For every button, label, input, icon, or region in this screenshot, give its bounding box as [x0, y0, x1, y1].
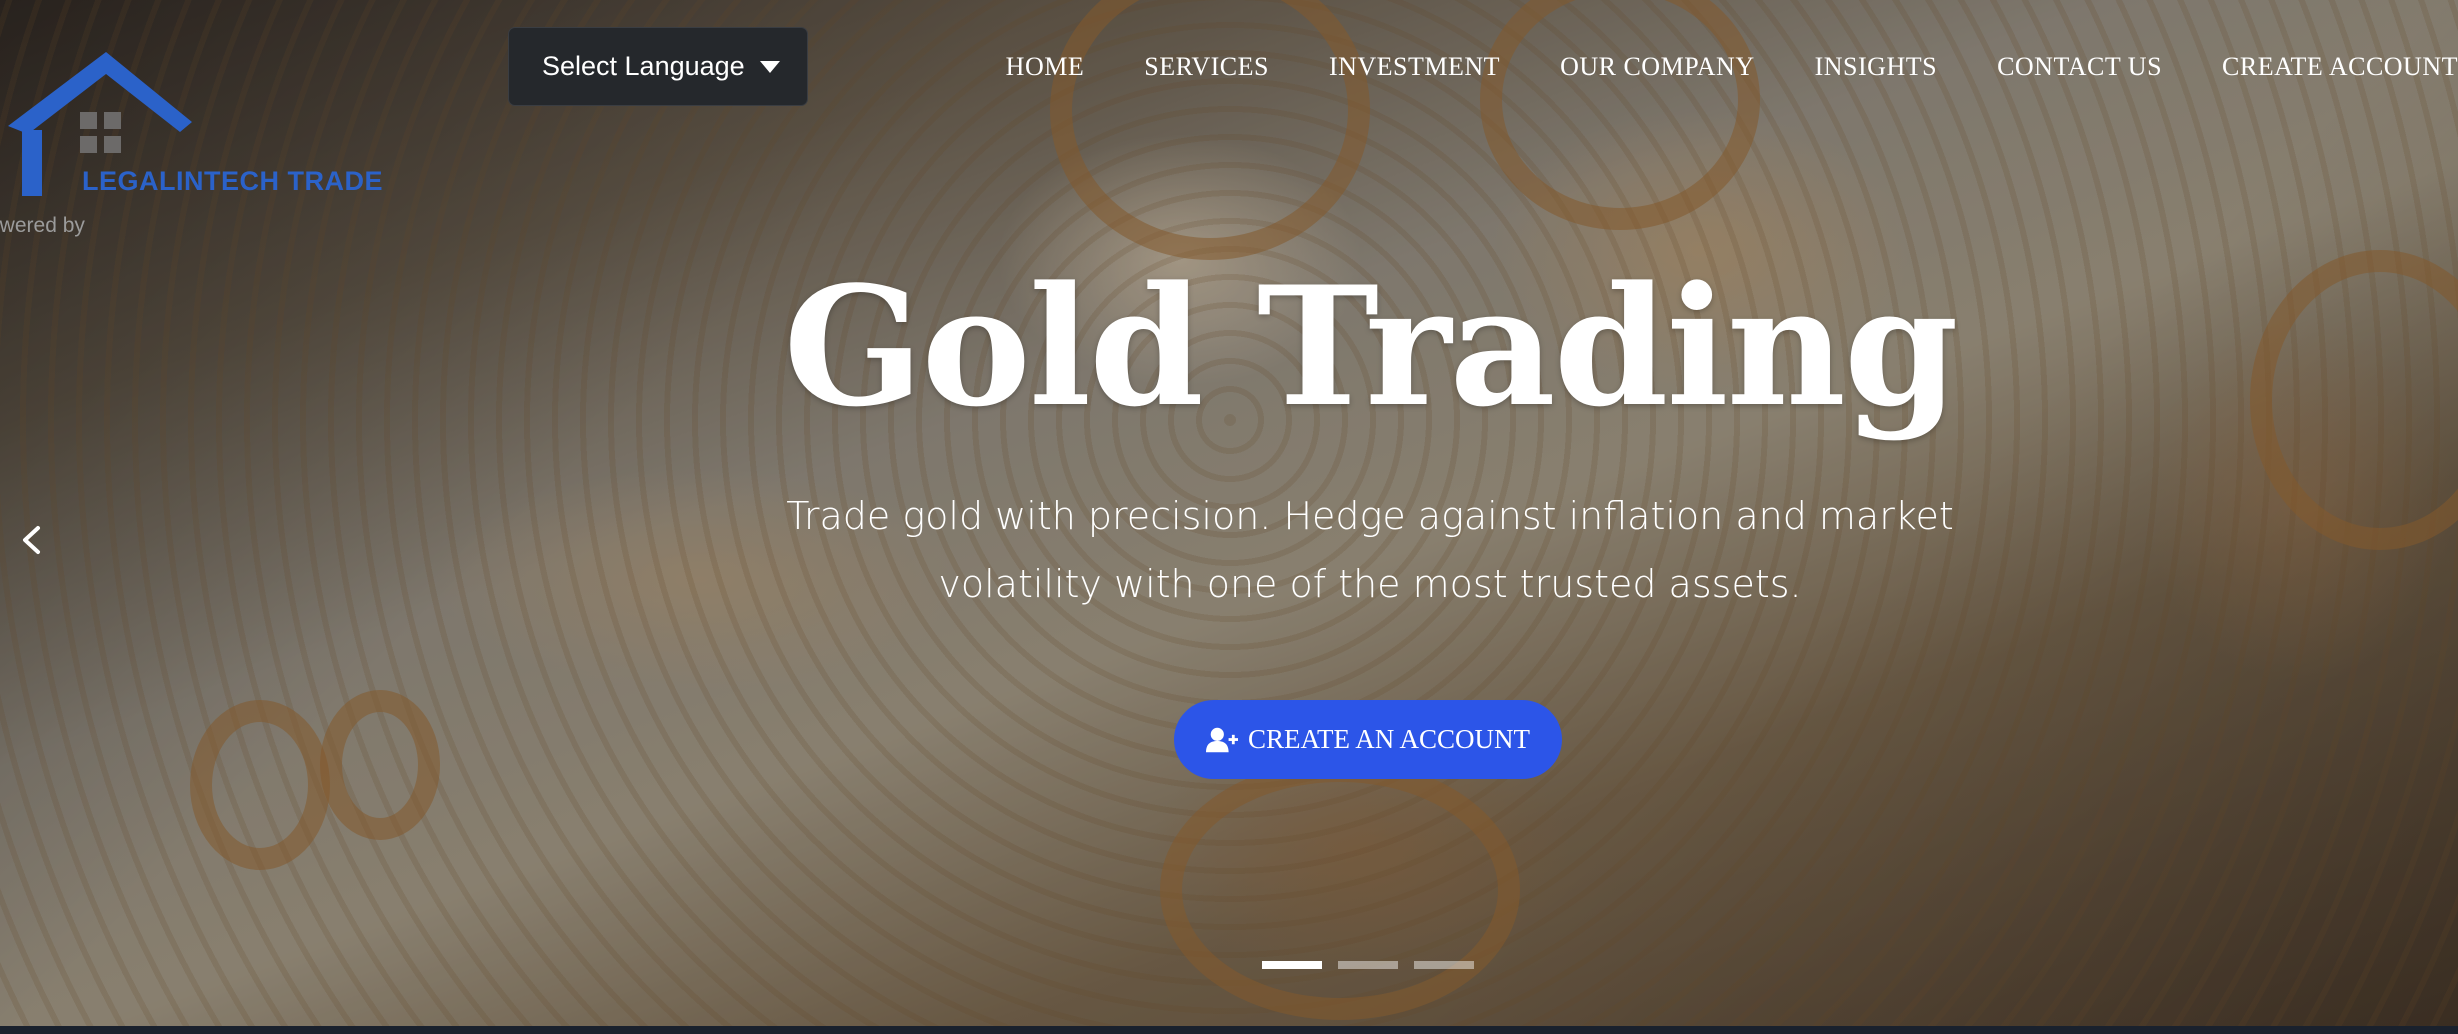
nav-home[interactable]: HOME — [1006, 52, 1085, 82]
hero-title: Gold Trading — [783, 250, 1958, 443]
create-an-account-button[interactable]: CREATE AN ACCOUNT — [1174, 700, 1562, 779]
powered-by-text: owered by — [0, 214, 85, 237]
chevron-left-icon — [23, 526, 40, 554]
carousel-indicators — [1262, 961, 1474, 969]
language-select[interactable]: Select Language — [508, 27, 808, 106]
nav-insights[interactable]: INSIGHTS — [1815, 52, 1937, 82]
cta-label: CREATE AN ACCOUNT — [1247, 724, 1531, 754]
nav-contact-us[interactable]: CONTACT US — [1997, 52, 2162, 82]
main-nav: HOME SERVICES INVESTMENT OUR COMPANY INS… — [1006, 52, 2458, 82]
carousel-indicator[interactable] — [1414, 961, 1474, 969]
carousel-indicator[interactable] — [1262, 961, 1322, 969]
nav-our-company[interactable]: OUR COMPANY — [1560, 52, 1755, 82]
nav-services[interactable]: SERVICES — [1144, 52, 1269, 82]
logo[interactable]: LEGALINTECH TRADE — [6, 50, 386, 200]
brand-name: LEGALINTECH TRADE — [82, 166, 383, 196]
page-bottom-bar — [0, 1026, 2458, 1034]
nav-create-account[interactable]: CREATE ACCOUNT — [2222, 52, 2458, 82]
language-select-value: Select Language — [542, 51, 745, 81]
carousel-prev-button[interactable] — [14, 522, 50, 558]
user-plus-icon — [1205, 727, 1238, 752]
nav-investment[interactable]: INVESTMENT — [1329, 52, 1500, 82]
hero-subtitle: Trade gold with precision. Hedge against… — [786, 494, 1954, 606]
caret-down-icon — [760, 61, 780, 73]
carousel-indicator[interactable] — [1338, 961, 1398, 969]
